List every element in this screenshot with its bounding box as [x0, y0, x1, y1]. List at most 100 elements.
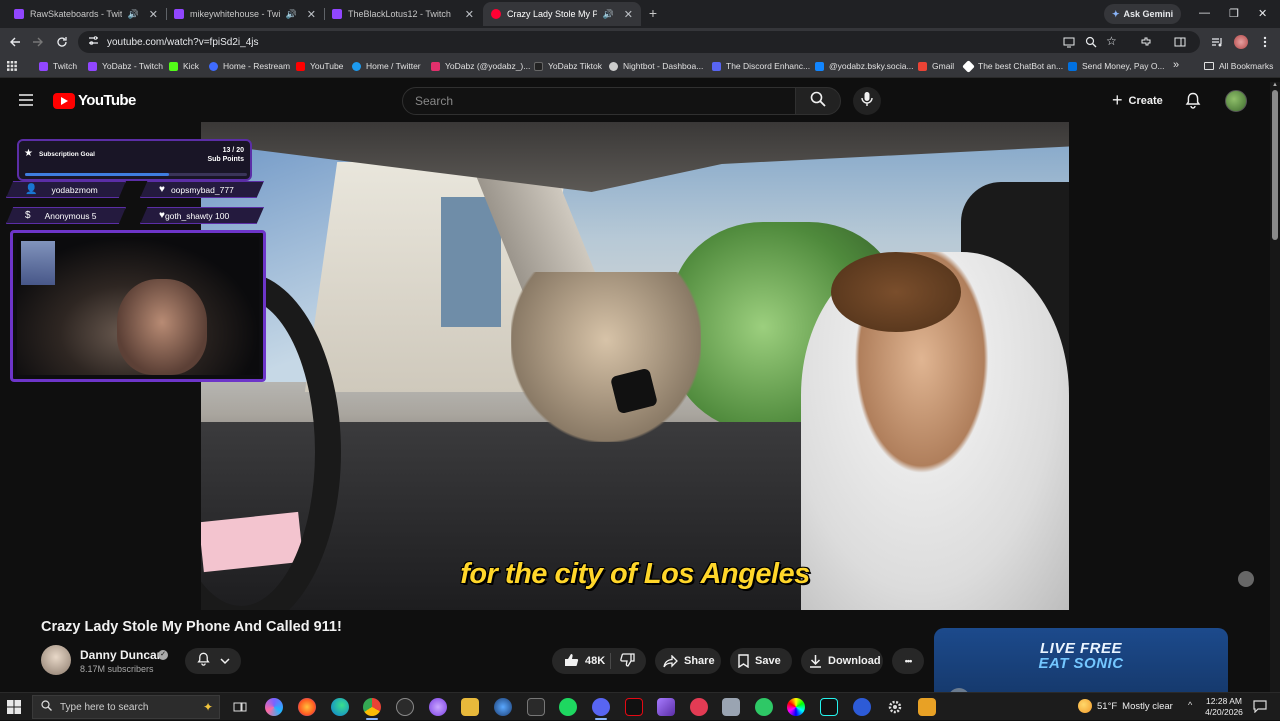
netflix-icon[interactable]: [625, 698, 643, 716]
settings-gear-icon[interactable]: [886, 698, 904, 716]
weather-widget[interactable]: 51°F Mostly clear: [1078, 699, 1173, 713]
channel-name[interactable]: Danny Duncan: [80, 648, 164, 662]
video-frame[interactable]: for the city of Los Angeles: [201, 122, 1069, 610]
install-app-icon[interactable]: [1063, 35, 1075, 53]
tab-rawskateboards[interactable]: RawSkateboards - Twitch 🔊 ✕: [6, 2, 166, 26]
side-panel-icon[interactable]: [1172, 34, 1188, 50]
notifications-bell-icon[interactable]: [1185, 92, 1201, 114]
bookmark-yodabz-twitch[interactable]: YoDabz - Twitch: [88, 61, 163, 71]
profile-avatar[interactable]: [1233, 34, 1249, 50]
file-explorer-icon[interactable]: [461, 698, 479, 716]
bookmark-chatbot[interactable]: The best ChatBot an...: [962, 59, 1063, 73]
bookmarks-overflow-icon[interactable]: »: [1173, 59, 1179, 71]
epic-games-icon[interactable]: [527, 698, 545, 716]
bookmark-label: The Discord Enhanc...: [726, 61, 811, 71]
close-window-icon[interactable]: ✕: [1258, 7, 1267, 20]
bookmark-twitch[interactable]: Twitch: [39, 61, 77, 71]
save-button[interactable]: Save: [730, 648, 792, 674]
bookmark-tiktok[interactable]: YoDabz Tiktok: [534, 61, 602, 71]
bookmark-bluesky[interactable]: @yodabz.bsky.socia...: [815, 61, 914, 71]
search-button[interactable]: [795, 87, 841, 115]
site-info-icon[interactable]: [88, 33, 99, 51]
chrome-menu-icon[interactable]: [1257, 34, 1273, 50]
download-button[interactable]: Download: [801, 648, 883, 674]
chrome-icon[interactable]: [363, 698, 381, 720]
system-clock[interactable]: 12:28 AM 4/20/2026: [1202, 696, 1246, 718]
tiktok-icon[interactable]: [820, 698, 838, 716]
bookmark-kick[interactable]: Kick: [169, 61, 199, 71]
like-count[interactable]: 48K: [585, 655, 605, 667]
bookmark-discord-enhancer[interactable]: The Discord Enhanc...: [712, 61, 810, 71]
account-avatar[interactable]: [1225, 90, 1247, 112]
steam-icon[interactable]: [494, 698, 512, 716]
bookmark-restream[interactable]: Home - Restream: [209, 61, 290, 71]
tab-theblacklotus12[interactable]: TheBlackLotus12 - Twitch ✕: [324, 2, 482, 26]
discord-icon[interactable]: [592, 698, 610, 720]
all-bookmarks-button[interactable]: All Bookmarks: [1204, 61, 1273, 71]
copilot-icon[interactable]: [265, 698, 283, 716]
new-tab-button[interactable]: +: [646, 5, 660, 21]
close-tab-icon[interactable]: ✕: [624, 8, 633, 21]
reload-button[interactable]: [54, 34, 70, 50]
address-bar[interactable]: youtube.com/watch?v=fpiSd2i_4js ☆: [78, 31, 1200, 53]
yellow-app-icon[interactable]: [918, 698, 936, 716]
menu-hamburger-icon[interactable]: [18, 93, 34, 112]
tab-mikeywhitehouse[interactable]: mikeywhitehouse - Twitch 🔊 ✕: [166, 2, 324, 26]
firefox-icon[interactable]: [298, 698, 316, 716]
ask-gemini-button[interactable]: ✦ Ask Gemini: [1104, 4, 1182, 24]
promo-ad-card[interactable]: LIVE FREE EAT SONIC: [934, 628, 1228, 692]
color-app-icon[interactable]: [787, 698, 805, 716]
zoom-icon[interactable]: [1085, 35, 1097, 53]
scroll-up-icon[interactable]: ▲: [1272, 82, 1278, 88]
bookmark-gmail[interactable]: Gmail: [918, 61, 954, 71]
bookmark-instagram[interactable]: YoDabz (@yodabz_)...: [431, 61, 530, 71]
streamlabs-icon[interactable]: [429, 698, 447, 716]
red-app-icon[interactable]: [690, 698, 708, 716]
apps-grid-icon[interactable]: [7, 61, 17, 71]
search-box[interactable]: [402, 87, 796, 115]
audio-playing-icon[interactable]: 🔊: [128, 9, 139, 20]
spotify-icon[interactable]: [559, 698, 577, 716]
taskbar-search-box[interactable]: Type here to search ✦: [32, 695, 220, 719]
windows-start-icon[interactable]: [7, 700, 21, 719]
battlenet-icon[interactable]: [853, 698, 871, 716]
channel-avatar[interactable]: [41, 645, 71, 675]
audio-playing-icon[interactable]: 🔊: [603, 9, 614, 20]
extensions-icon[interactable]: [1138, 34, 1154, 50]
obs-icon[interactable]: [396, 698, 414, 716]
bookmark-youtube[interactable]: YouTube: [296, 61, 343, 71]
channel-watermark-icon[interactable]: [1238, 571, 1254, 587]
task-view-icon[interactable]: [231, 698, 249, 716]
bookmark-nightbot[interactable]: Nightbot - Dashboa...: [609, 61, 703, 71]
scrollbar-thumb[interactable]: [1272, 90, 1278, 240]
feather-app-icon[interactable]: [657, 698, 675, 716]
green-app-icon[interactable]: [755, 698, 773, 716]
close-tab-icon[interactable]: ✕: [465, 8, 474, 21]
back-button[interactable]: [7, 34, 23, 50]
search-input[interactable]: [415, 94, 775, 108]
bookmark-paypal[interactable]: Send Money, Pay O...: [1068, 61, 1165, 71]
tray-overflow-chevron-icon[interactable]: ^: [1188, 700, 1192, 710]
media-controls-icon[interactable]: [1209, 34, 1225, 50]
subscription-notification-button[interactable]: [185, 648, 241, 674]
chat-app-icon[interactable]: [722, 698, 740, 716]
more-actions-button[interactable]: •••: [892, 648, 924, 674]
restore-window-icon[interactable]: ❐: [1229, 7, 1239, 20]
close-tab-icon[interactable]: ✕: [307, 8, 316, 21]
bookmark-twitter[interactable]: Home / Twitter: [352, 61, 421, 71]
share-button[interactable]: Share: [655, 648, 721, 674]
minimize-window-icon[interactable]: —: [1199, 7, 1210, 19]
notification-center-icon[interactable]: [1253, 700, 1267, 718]
edge-icon[interactable]: [331, 698, 349, 716]
create-button[interactable]: + Create: [1104, 88, 1171, 114]
dislike-button[interactable]: [620, 653, 635, 670]
page-scrollbar[interactable]: ▲: [1270, 82, 1280, 692]
audio-playing-icon[interactable]: 🔊: [286, 9, 297, 20]
forward-button[interactable]: [30, 34, 46, 50]
close-tab-icon[interactable]: ✕: [149, 8, 158, 21]
voice-search-button[interactable]: [853, 87, 881, 115]
bookmark-star-icon[interactable]: ☆: [1106, 35, 1117, 47]
youtube-logo[interactable]: YouTube: [53, 92, 136, 109]
like-button[interactable]: [564, 653, 579, 670]
tab-crazy-lady-active[interactable]: Crazy Lady Stole My Phone 🔊 ✕: [483, 2, 641, 26]
